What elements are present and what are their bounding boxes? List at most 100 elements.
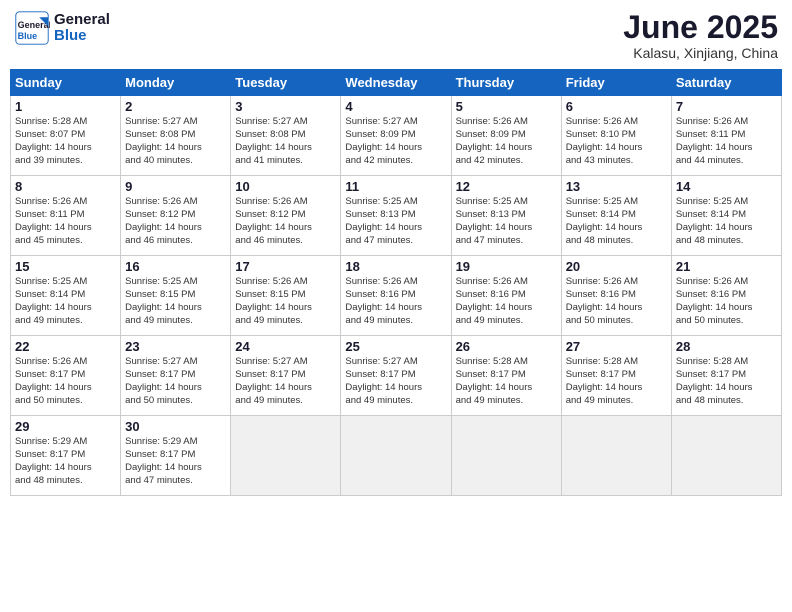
- calendar-week-row: 15 Sunrise: 5:25 AMSunset: 8:14 PMDayligh…: [11, 256, 782, 336]
- table-row: 21 Sunrise: 5:26 AMSunset: 8:16 PMDayligh…: [671, 256, 781, 336]
- table-row: 13 Sunrise: 5:25 AMSunset: 8:14 PMDayligh…: [561, 176, 671, 256]
- table-row: 22Sunrise: 5:26 AMSunset: 8:17 PMDayligh…: [11, 336, 121, 416]
- cell-info: Sunrise: 5:25 AMSunset: 8:15 PMDaylight:…: [125, 276, 226, 327]
- cell-info: Sunrise: 5:28 AMSunset: 8:17 PMDaylight:…: [456, 356, 557, 407]
- table-row: 8Sunrise: 5:26 AMSunset: 8:11 PMDaylight…: [11, 176, 121, 256]
- page-header: General Blue General Blue June 2025 Kala…: [10, 10, 782, 61]
- table-row: 27 Sunrise: 5:28 AMSunset: 8:17 PMDayligh…: [561, 336, 671, 416]
- logo: General Blue General Blue: [14, 10, 110, 46]
- svg-text:Blue: Blue: [18, 31, 38, 41]
- day-number: 29: [15, 419, 116, 434]
- table-row: 14 Sunrise: 5:25 AMSunset: 8:14 PMDayligh…: [671, 176, 781, 256]
- cell-info: Sunrise: 5:28 AMSunset: 8:07 PMDaylight:…: [15, 116, 116, 167]
- cell-info: Sunrise: 5:26 AMSunset: 8:15 PMDaylight:…: [235, 276, 336, 327]
- cell-info: Sunrise: 5:25 AMSunset: 8:13 PMDaylight:…: [345, 196, 446, 247]
- table-row: 1 Sunrise: 5:28 AMSunset: 8:07 PMDaylight…: [11, 96, 121, 176]
- cell-info: Sunrise: 5:26 AMSunset: 8:10 PMDaylight:…: [566, 116, 667, 167]
- cell-info: Sunrise: 5:26 AMSunset: 8:12 PMDaylight:…: [125, 196, 226, 247]
- day-number: 17: [235, 259, 336, 274]
- cell-info: Sunrise: 5:27 AMSunset: 8:17 PMDaylight:…: [235, 356, 336, 407]
- cell-info: Sunrise: 5:25 AMSunset: 8:14 PMDaylight:…: [15, 276, 116, 327]
- table-row: 24 Sunrise: 5:27 AMSunset: 8:17 PMDayligh…: [231, 336, 341, 416]
- cell-info: Sunrise: 5:27 AMSunset: 8:08 PMDaylight:…: [125, 116, 226, 167]
- cell-info: Sunrise: 5:27 AMSunset: 8:17 PMDaylight:…: [125, 356, 226, 407]
- day-number: 9: [125, 179, 226, 194]
- day-number: 12: [456, 179, 557, 194]
- table-row: 29 Sunrise: 5:29 AMSunset: 8:17 PMDayligh…: [11, 416, 121, 496]
- day-number: 26: [456, 339, 557, 354]
- logo-text-blue: Blue: [54, 28, 110, 45]
- col-wednesday: Wednesday: [341, 70, 451, 96]
- day-number: 23: [125, 339, 226, 354]
- table-row: 2 Sunrise: 5:27 AMSunset: 8:08 PMDaylight…: [121, 96, 231, 176]
- col-monday: Monday: [121, 70, 231, 96]
- day-number: 13: [566, 179, 667, 194]
- table-row: [451, 416, 561, 496]
- day-number: 10: [235, 179, 336, 194]
- day-number: 25: [345, 339, 446, 354]
- cell-info: Sunrise: 5:25 AMSunset: 8:13 PMDaylight:…: [456, 196, 557, 247]
- cell-info: Sunrise: 5:29 AMSunset: 8:17 PMDaylight:…: [125, 436, 226, 487]
- day-number: 6: [566, 99, 667, 114]
- day-number: 2: [125, 99, 226, 114]
- day-number: 5: [456, 99, 557, 114]
- cell-info: Sunrise: 5:26 AMSunset: 8:16 PMDaylight:…: [566, 276, 667, 327]
- table-row: 7 Sunrise: 5:26 AMSunset: 8:11 PMDaylight…: [671, 96, 781, 176]
- table-row: [341, 416, 451, 496]
- logo-icon: General Blue: [14, 10, 50, 46]
- table-row: 26 Sunrise: 5:28 AMSunset: 8:17 PMDayligh…: [451, 336, 561, 416]
- table-row: 11Sunrise: 5:25 AMSunset: 8:13 PMDayligh…: [341, 176, 451, 256]
- day-number: 18: [345, 259, 446, 274]
- table-row: 10 Sunrise: 5:26 AMSunset: 8:12 PMDayligh…: [231, 176, 341, 256]
- location: Kalasu, Xinjiang, China: [623, 45, 778, 61]
- cell-info: Sunrise: 5:28 AMSunset: 8:17 PMDaylight:…: [566, 356, 667, 407]
- month-title: June 2025: [623, 10, 778, 45]
- table-row: 9 Sunrise: 5:26 AMSunset: 8:12 PMDaylight…: [121, 176, 231, 256]
- table-row: 15 Sunrise: 5:25 AMSunset: 8:14 PMDayligh…: [11, 256, 121, 336]
- table-row: [561, 416, 671, 496]
- day-number: 22: [15, 339, 116, 354]
- table-row: 17 Sunrise: 5:26 AMSunset: 8:15 PMDayligh…: [231, 256, 341, 336]
- table-row: [671, 416, 781, 496]
- day-number: 8: [15, 179, 116, 194]
- day-number: 4: [345, 99, 446, 114]
- calendar-week-row: 29 Sunrise: 5:29 AMSunset: 8:17 PMDayligh…: [11, 416, 782, 496]
- day-number: 7: [676, 99, 777, 114]
- day-number: 14: [676, 179, 777, 194]
- cell-info: Sunrise: 5:26 AMSunset: 8:12 PMDaylight:…: [235, 196, 336, 247]
- day-number: 21: [676, 259, 777, 274]
- cell-info: Sunrise: 5:29 AMSunset: 8:17 PMDaylight:…: [15, 436, 116, 487]
- table-row: 4 Sunrise: 5:27 AMSunset: 8:09 PMDaylight…: [341, 96, 451, 176]
- day-number: 24: [235, 339, 336, 354]
- table-row: 6 Sunrise: 5:26 AMSunset: 8:10 PMDaylight…: [561, 96, 671, 176]
- col-saturday: Saturday: [671, 70, 781, 96]
- day-number: 1: [15, 99, 116, 114]
- table-row: 25Sunrise: 5:27 AMSunset: 8:17 PMDayligh…: [341, 336, 451, 416]
- day-number: 20: [566, 259, 667, 274]
- calendar-week-row: 1 Sunrise: 5:28 AMSunset: 8:07 PMDaylight…: [11, 96, 782, 176]
- day-number: 15: [15, 259, 116, 274]
- logo-text-general: General: [54, 12, 110, 29]
- cell-info: Sunrise: 5:25 AMSunset: 8:14 PMDaylight:…: [676, 196, 777, 247]
- table-row: 18Sunrise: 5:26 AMSunset: 8:16 PMDayligh…: [341, 256, 451, 336]
- day-number: 16: [125, 259, 226, 274]
- table-row: 28 Sunrise: 5:28 AMSunset: 8:17 PMDayligh…: [671, 336, 781, 416]
- table-row: [231, 416, 341, 496]
- table-row: 20 Sunrise: 5:26 AMSunset: 8:16 PMDayligh…: [561, 256, 671, 336]
- cell-info: Sunrise: 5:27 AMSunset: 8:08 PMDaylight:…: [235, 116, 336, 167]
- cell-info: Sunrise: 5:26 AMSunset: 8:11 PMDaylight:…: [676, 116, 777, 167]
- cell-info: Sunrise: 5:27 AMSunset: 8:09 PMDaylight:…: [345, 116, 446, 167]
- table-row: 12 Sunrise: 5:25 AMSunset: 8:13 PMDayligh…: [451, 176, 561, 256]
- calendar-table: Sunday Monday Tuesday Wednesday Thursday…: [10, 69, 782, 496]
- calendar-week-row: 22Sunrise: 5:26 AMSunset: 8:17 PMDayligh…: [11, 336, 782, 416]
- day-number: 27: [566, 339, 667, 354]
- cell-info: Sunrise: 5:28 AMSunset: 8:17 PMDaylight:…: [676, 356, 777, 407]
- day-number: 3: [235, 99, 336, 114]
- cell-info: Sunrise: 5:25 AMSunset: 8:14 PMDaylight:…: [566, 196, 667, 247]
- table-row: 16 Sunrise: 5:25 AMSunset: 8:15 PMDayligh…: [121, 256, 231, 336]
- col-friday: Friday: [561, 70, 671, 96]
- calendar-week-row: 8Sunrise: 5:26 AMSunset: 8:11 PMDaylight…: [11, 176, 782, 256]
- cell-info: Sunrise: 5:26 AMSunset: 8:16 PMDaylight:…: [676, 276, 777, 327]
- cell-info: Sunrise: 5:26 AMSunset: 8:16 PMDaylight:…: [456, 276, 557, 327]
- day-number: 28: [676, 339, 777, 354]
